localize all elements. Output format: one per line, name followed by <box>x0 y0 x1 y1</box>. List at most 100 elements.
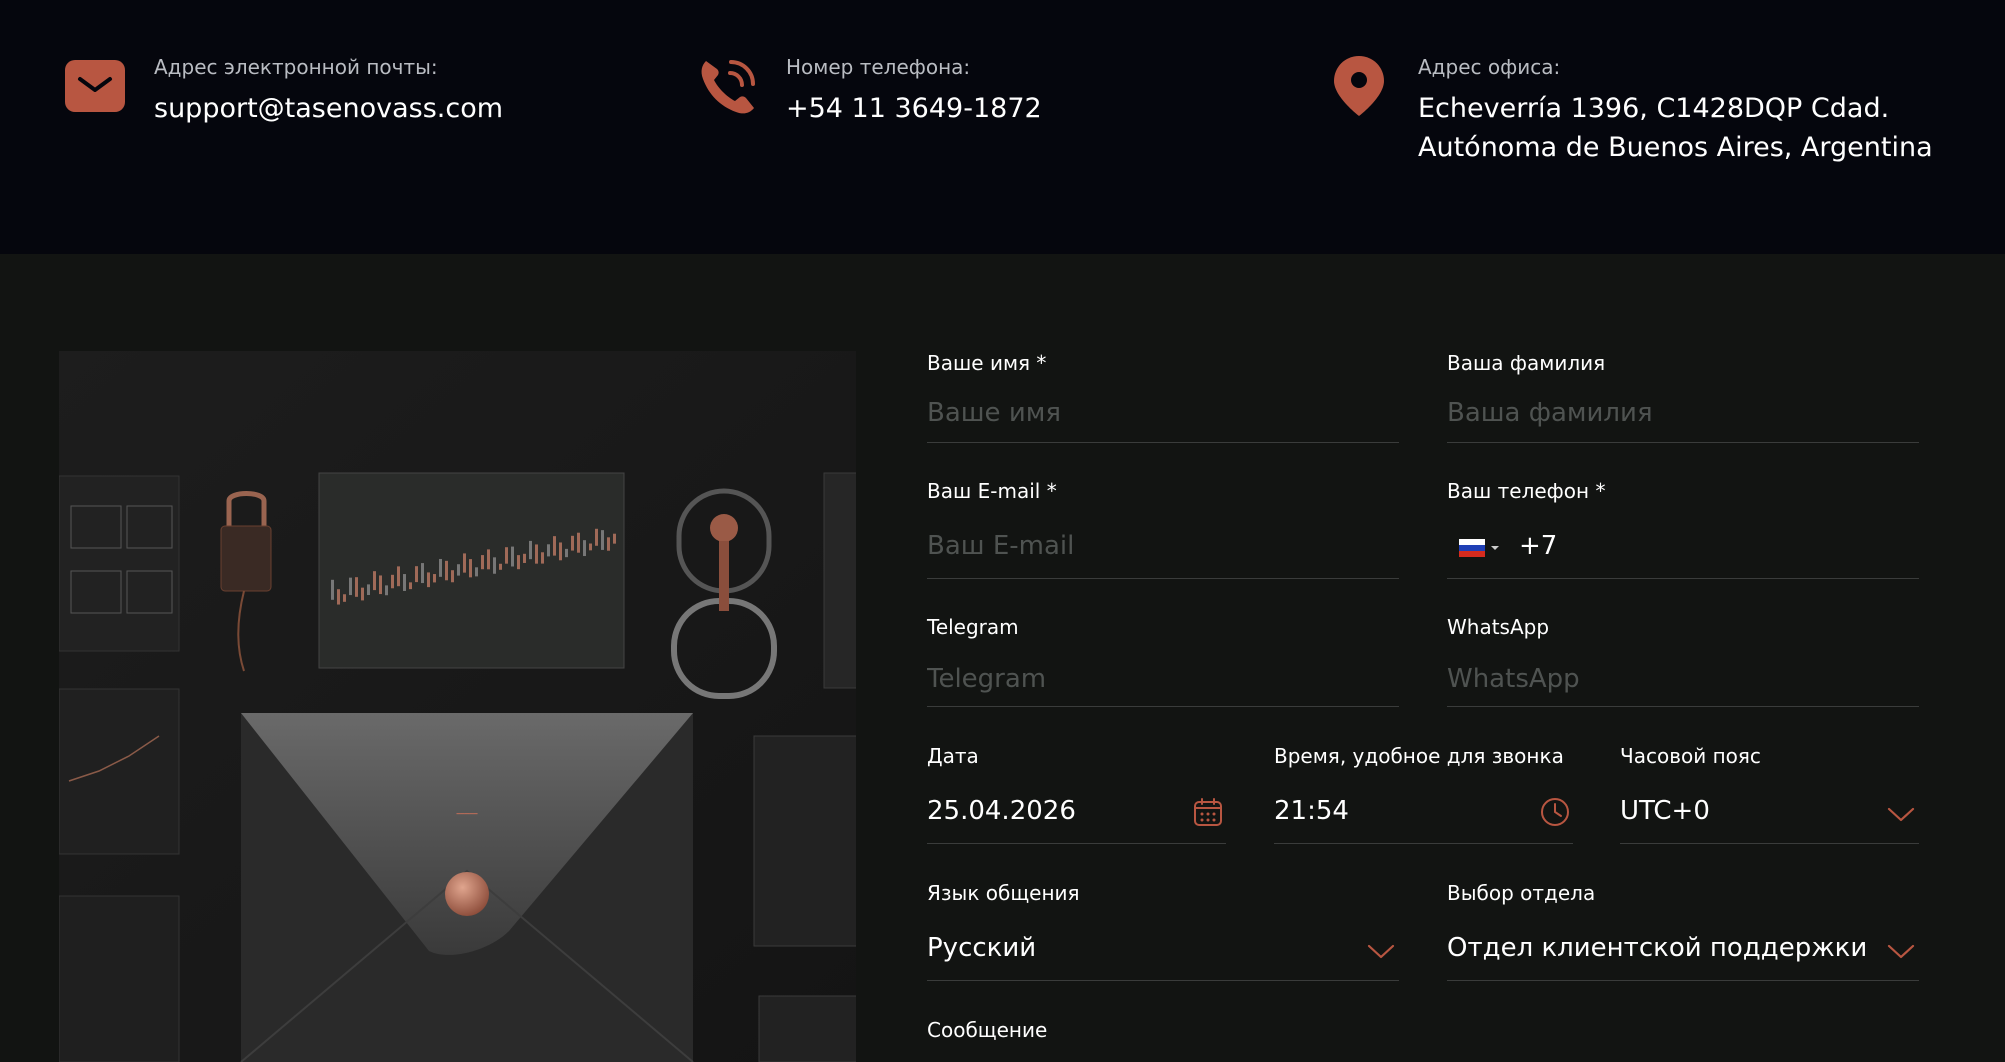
first-name-label: Ваше имя * <box>927 351 1047 375</box>
decorative-candle <box>499 563 502 570</box>
whatsapp-field: WhatsApp <box>1447 615 1919 707</box>
decorative-candle <box>529 540 532 560</box>
first-name-field: Ваше имя * <box>927 351 1399 443</box>
message-label: Сообщение <box>927 1018 1048 1042</box>
telegram-input[interactable] <box>927 664 1399 694</box>
message-field: Сообщение <box>927 1018 1919 1058</box>
decorative-candle <box>553 536 556 556</box>
time-label: Время, удобное для звонка <box>1274 744 1564 768</box>
decorative-candle <box>409 582 412 590</box>
phone-icon <box>701 60 755 114</box>
decorative-candle <box>391 574 394 589</box>
decorative-candle <box>361 587 364 601</box>
decorative-candle <box>565 548 568 558</box>
last-name-underline <box>1447 442 1919 443</box>
decorative-candle <box>487 549 490 570</box>
decorative-candle <box>403 574 406 591</box>
decorative-candle <box>523 553 526 563</box>
time-underline <box>1274 843 1573 844</box>
date-value[interactable]: 25.04.2026 <box>927 796 1076 826</box>
phone-value[interactable]: +54 11 3649-1872 <box>786 89 1042 128</box>
contact-email: Адрес электронной почты: support@tasenov… <box>64 55 503 128</box>
phone-field-label: Ваш телефон * <box>1447 479 1606 503</box>
russia-flag-icon <box>1459 539 1485 557</box>
email-label: Адрес электронной почты: <box>154 55 438 79</box>
chevron-down-icon[interactable] <box>1365 935 1397 967</box>
decorative-candle <box>463 553 466 573</box>
timezone-underline <box>1620 843 1919 844</box>
first-name-underline <box>927 442 1399 443</box>
contact-address: Адрес офиса: Echeverría 1396, C1428DQP C… <box>1328 55 1933 167</box>
first-name-input[interactable] <box>927 398 1399 428</box>
decorative-candle <box>421 563 424 584</box>
svg-text:━━━━━: ━━━━━ <box>455 810 478 818</box>
decorative-candle <box>607 537 610 551</box>
decorative-candle <box>535 544 538 564</box>
whatsapp-label: WhatsApp <box>1447 615 1550 639</box>
last-name-label: Ваша фамилия <box>1447 351 1606 375</box>
decorative-candle <box>445 560 448 581</box>
whatsapp-input[interactable] <box>1447 664 1919 694</box>
decorative-candle <box>583 540 586 557</box>
decorative-candle <box>367 584 370 596</box>
last-name-field: Ваша фамилия <box>1447 351 1919 443</box>
timezone-field: Часовой пояс UTC+0 <box>1620 744 1919 844</box>
decorative-candle <box>337 589 340 605</box>
decorative-candle <box>439 558 442 577</box>
department-label: Выбор отдела <box>1447 881 1596 905</box>
decorative-candle <box>481 555 484 570</box>
decorative-candle <box>349 577 352 596</box>
date-underline <box>927 843 1226 844</box>
email-field-label: Ваш E-mail * <box>927 479 1057 503</box>
whatsapp-underline <box>1447 706 1919 707</box>
mail-icon <box>65 60 125 112</box>
contact-info-bar: Адрес электронной почты: support@tasenov… <box>0 0 2005 254</box>
decorative-candle <box>589 543 592 551</box>
phone-field: Ваш телефон * +7 <box>1447 479 1919 579</box>
decorative-candle <box>475 567 478 577</box>
email-field: Ваш E-mail * <box>927 479 1399 579</box>
phone-underline <box>1447 578 1919 579</box>
decorative-candle <box>397 566 400 587</box>
email-underline <box>927 578 1399 579</box>
phone-prefix[interactable]: +7 <box>1519 531 1557 561</box>
time-value[interactable]: 21:54 <box>1274 796 1349 826</box>
email-value[interactable]: support@tasenovass.com <box>154 89 503 128</box>
chevron-down-icon[interactable] <box>1885 798 1917 830</box>
decorative-candle <box>595 528 598 546</box>
decorative-candle <box>379 575 382 595</box>
decorative-candle <box>541 552 544 564</box>
country-selector[interactable] <box>1459 539 1500 557</box>
address-line-2: Autónoma de Buenos Aires, Argentina <box>1418 132 1933 163</box>
email-input[interactable] <box>927 531 1399 561</box>
decorative-candle <box>613 533 616 544</box>
decorative-candle <box>577 532 580 553</box>
time-field: Время, удобное для звонка 21:54 <box>1274 744 1573 844</box>
decorative-candle <box>547 544 550 557</box>
decorative-candle <box>385 585 388 596</box>
timezone-value[interactable]: UTC+0 <box>1620 796 1710 826</box>
decorative-candle <box>559 542 562 561</box>
department-underline <box>1447 980 1919 981</box>
last-name-input[interactable] <box>1447 398 1919 428</box>
decorative-candle <box>355 577 358 597</box>
location-pin-icon <box>1334 56 1384 116</box>
decorative-candle <box>601 530 604 550</box>
decorative-candle <box>505 547 508 564</box>
phone-label: Номер телефона: <box>786 55 971 79</box>
decorative-candle <box>469 559 472 578</box>
decorative-candle <box>511 546 514 567</box>
address-label: Адрес офиса: <box>1418 55 1561 79</box>
department-value[interactable]: Отдел клиентской поддержки <box>1447 933 1867 963</box>
caret-down-icon <box>1491 546 1499 550</box>
decorative-candle <box>433 574 436 583</box>
chevron-down-icon[interactable] <box>1885 935 1917 967</box>
language-underline <box>927 980 1399 981</box>
calendar-icon[interactable] <box>1192 796 1224 828</box>
clock-icon[interactable] <box>1539 796 1571 828</box>
decorative-candle <box>427 572 430 588</box>
language-value[interactable]: Русский <box>927 933 1036 963</box>
language-field: Язык общения Русский <box>927 881 1399 981</box>
decorative-candle <box>457 564 460 576</box>
address-value: Echeverría 1396, C1428DQP Cdad. Autónoma… <box>1418 89 1933 167</box>
